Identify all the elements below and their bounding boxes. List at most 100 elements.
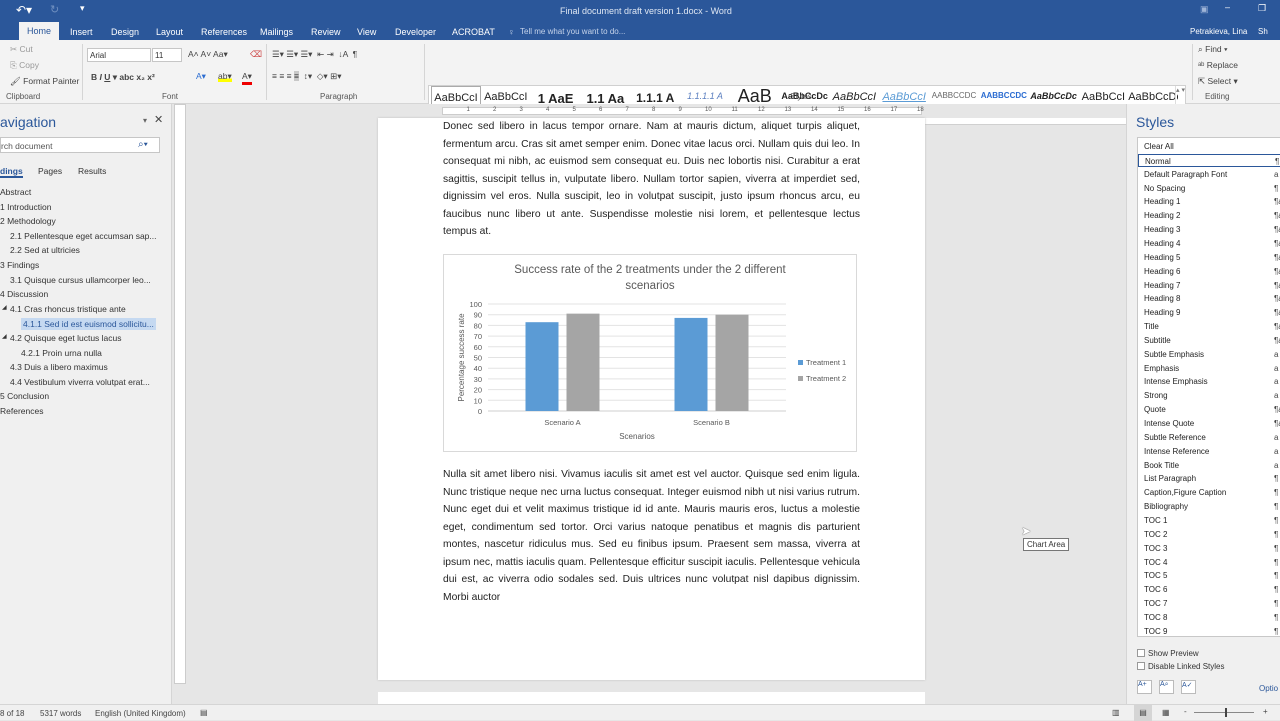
style-list-item[interactable]: Strong a — [1138, 389, 1280, 402]
options-link[interactable]: Optio — [1259, 684, 1278, 693]
tab-results[interactable]: Results — [78, 166, 106, 176]
disable-linked-styles-checkbox[interactable] — [1137, 662, 1145, 670]
find-button[interactable]: ⌕ Find ▾ — [1198, 44, 1228, 55]
style-list-item[interactable]: TOC 5 ¶ — [1138, 569, 1280, 582]
style-list-item[interactable]: Heading 3 ¶a — [1138, 223, 1280, 236]
highlight-icon[interactable]: ab▾ — [218, 71, 232, 82]
style-list-item[interactable]: Intense Reference a — [1138, 445, 1280, 458]
grow-shrink-font-icons[interactable]: A˄ A˅ Aa▾ — [188, 49, 228, 60]
style-list-item[interactable]: Heading 5 ¶a — [1138, 251, 1280, 264]
style-list-item[interactable]: TOC 6 ¶ — [1138, 583, 1280, 596]
collapse-triangle-icon[interactable]: ◢ — [2, 333, 7, 340]
alignment-buttons[interactable]: ≡ ≡ ≡ ≡ ↕▾ ◇▾ ⊞▾ — [272, 71, 341, 82]
tab-review[interactable]: Review — [311, 27, 341, 37]
undo-icon[interactable]: ↶▾ — [16, 3, 32, 17]
redo-icon[interactable]: ↻ — [50, 3, 59, 16]
nav-heading-item[interactable]: 4.4 Vestibulum viverra volutpat erat... — [10, 377, 150, 387]
style-list-item[interactable]: TOC 3 ¶ — [1138, 542, 1280, 555]
page-count[interactable]: 8 of 18 — [0, 709, 24, 718]
tab-insert[interactable]: Insert — [70, 27, 93, 37]
text-effects-icon[interactable]: A▾ — [196, 71, 206, 82]
nav-heading-item[interactable]: 2.2 Sed at ultricies — [10, 245, 80, 255]
style-list-item[interactable]: Heading 1 ¶a — [1138, 195, 1280, 208]
style-list-item[interactable]: Heading 4 ¶a — [1138, 237, 1280, 250]
nav-heading-item[interactable]: 4.3 Duis a libero maximus — [10, 362, 108, 372]
style-list-item[interactable]: TOC 2 ¶ — [1138, 528, 1280, 541]
nav-heading-item[interactable]: 4.1.1 Sed id est euismod sollicitu... — [21, 318, 156, 331]
font-size-box[interactable]: 11 — [152, 48, 182, 62]
replace-button[interactable]: ᵃᵇ Replace — [1198, 60, 1238, 70]
copy-button[interactable]: ⎘ Copy — [10, 60, 39, 71]
style-list-item[interactable]: Subtitle ¶a — [1138, 334, 1280, 347]
tab-acrobat[interactable]: ACROBAT — [452, 27, 495, 37]
style-list-item[interactable]: Default Paragraph Font a — [1138, 168, 1280, 181]
style-list-item[interactable]: Intense Quote ¶a — [1138, 417, 1280, 430]
style-list-item[interactable]: Heading 6 ¶a — [1138, 265, 1280, 278]
style-list-item[interactable]: Subtle Emphasis a — [1138, 348, 1280, 361]
style-list-item[interactable]: Book Title a — [1138, 459, 1280, 472]
user-name[interactable]: Petrakieva, Lina — [1190, 27, 1247, 36]
tell-me-input[interactable]: Tell me what you want to do... — [520, 27, 625, 36]
style-list-item[interactable]: Bibliography ¶ — [1138, 500, 1280, 513]
pane-options-icon[interactable]: ▾ — [143, 116, 147, 125]
body-paragraph-2[interactable]: Nulla sit amet libero nisi. Vivamus iacu… — [443, 466, 860, 606]
nav-heading-item[interactable]: 5 Conclusion — [0, 391, 49, 401]
tab-headings[interactable]: dings — [0, 166, 23, 178]
new-style-icon[interactable]: A+ — [1137, 680, 1152, 694]
nav-heading-item[interactable]: 3.1 Quisque cursus ullamcorper leo... — [10, 275, 151, 285]
vertical-ruler[interactable] — [174, 104, 186, 684]
style-list-item[interactable]: TOC 9 ¶ — [1138, 625, 1280, 638]
list-buttons[interactable]: ☰▾ ☰▾ ☰▾ ⇤ ⇥ ↓A ¶ — [272, 49, 357, 60]
zoom-in-button[interactable]: + — [1263, 707, 1268, 716]
select-button[interactable]: ⇱ Select ▾ — [1198, 76, 1238, 87]
font-name-box[interactable]: Arial — [87, 48, 151, 62]
style-list-item[interactable]: Quote ¶a — [1138, 403, 1280, 416]
manage-styles-icon[interactable]: A✓ — [1181, 680, 1196, 694]
nav-heading-item[interactable]: 2 Methodology — [0, 216, 56, 226]
font-color-icon[interactable]: A▾ — [242, 71, 252, 85]
style-list-item[interactable]: Heading 9 ¶a — [1138, 306, 1280, 319]
share-button[interactable]: Sh — [1258, 27, 1268, 36]
style-list-item[interactable]: TOC 7 ¶ — [1138, 597, 1280, 610]
nav-heading-item[interactable]: Abstract — [0, 187, 31, 197]
style-list-item[interactable]: TOC 1 ¶ — [1138, 514, 1280, 527]
collapse-triangle-icon[interactable]: ◢ — [2, 304, 7, 311]
nav-heading-item[interactable]: 1 Introduction — [0, 202, 52, 212]
minimize-icon[interactable]: – — [1225, 2, 1230, 12]
tab-pages[interactable]: Pages — [38, 166, 62, 176]
zoom-slider-thumb[interactable] — [1225, 708, 1227, 717]
ribbon-display-icon[interactable]: ▣ — [1200, 4, 1209, 15]
tab-developer[interactable]: Developer — [395, 27, 436, 37]
zoom-slider[interactable] — [1194, 712, 1254, 713]
bar-chart[interactable]: Success rate of the 2 treatments under t… — [444, 255, 858, 453]
style-list-item[interactable]: Subtle Reference a — [1138, 431, 1280, 444]
style-list-item[interactable]: Caption,Figure Caption ¶ — [1138, 486, 1280, 499]
nav-heading-item[interactable]: 2.1 Pellentesque eget accumsan sap... — [10, 231, 156, 241]
tab-layout[interactable]: Layout — [156, 27, 183, 37]
style-list-item[interactable]: Clear All — [1138, 140, 1280, 153]
tab-design[interactable]: Design — [111, 27, 139, 37]
close-icon[interactable]: ✕ — [154, 113, 163, 126]
style-list-item[interactable]: TOC 4 ¶ — [1138, 556, 1280, 569]
style-list-item[interactable]: Emphasis a — [1138, 362, 1280, 375]
style-list-item[interactable]: TOC 8 ¶ — [1138, 611, 1280, 624]
nav-heading-item[interactable]: References — [0, 406, 43, 416]
format-painter-button[interactable]: 🖌 Format Painter — [10, 76, 79, 87]
word-count[interactable]: 5317 words — [40, 709, 81, 718]
restore-icon[interactable]: ❐ — [1258, 3, 1266, 14]
document-page[interactable]: Donec sed libero in lacus tempor ornare.… — [378, 118, 925, 680]
style-list-item[interactable]: Heading 8 ¶a — [1138, 292, 1280, 305]
read-mode-icon[interactable]: ▥ — [1112, 708, 1120, 717]
tab-references[interactable]: References — [201, 27, 247, 37]
style-list-item[interactable]: Title ¶a — [1138, 320, 1280, 333]
tab-home[interactable]: Home — [19, 22, 60, 40]
style-list-item[interactable]: Heading 2 ¶a — [1138, 209, 1280, 222]
nav-heading-item[interactable]: 4 Discussion — [0, 289, 48, 299]
print-layout-icon[interactable]: ▤ — [1134, 705, 1152, 721]
style-list-item[interactable]: List Paragraph ¶ — [1138, 472, 1280, 485]
language[interactable]: English (United Kingdom) — [95, 709, 186, 718]
style-list-item[interactable]: Intense Emphasis a — [1138, 375, 1280, 388]
nav-heading-item[interactable]: 3 Findings — [0, 260, 39, 270]
style-inspector-icon[interactable]: A⌕ — [1159, 680, 1174, 694]
cut-button[interactable]: ✂ Cut — [10, 44, 33, 55]
